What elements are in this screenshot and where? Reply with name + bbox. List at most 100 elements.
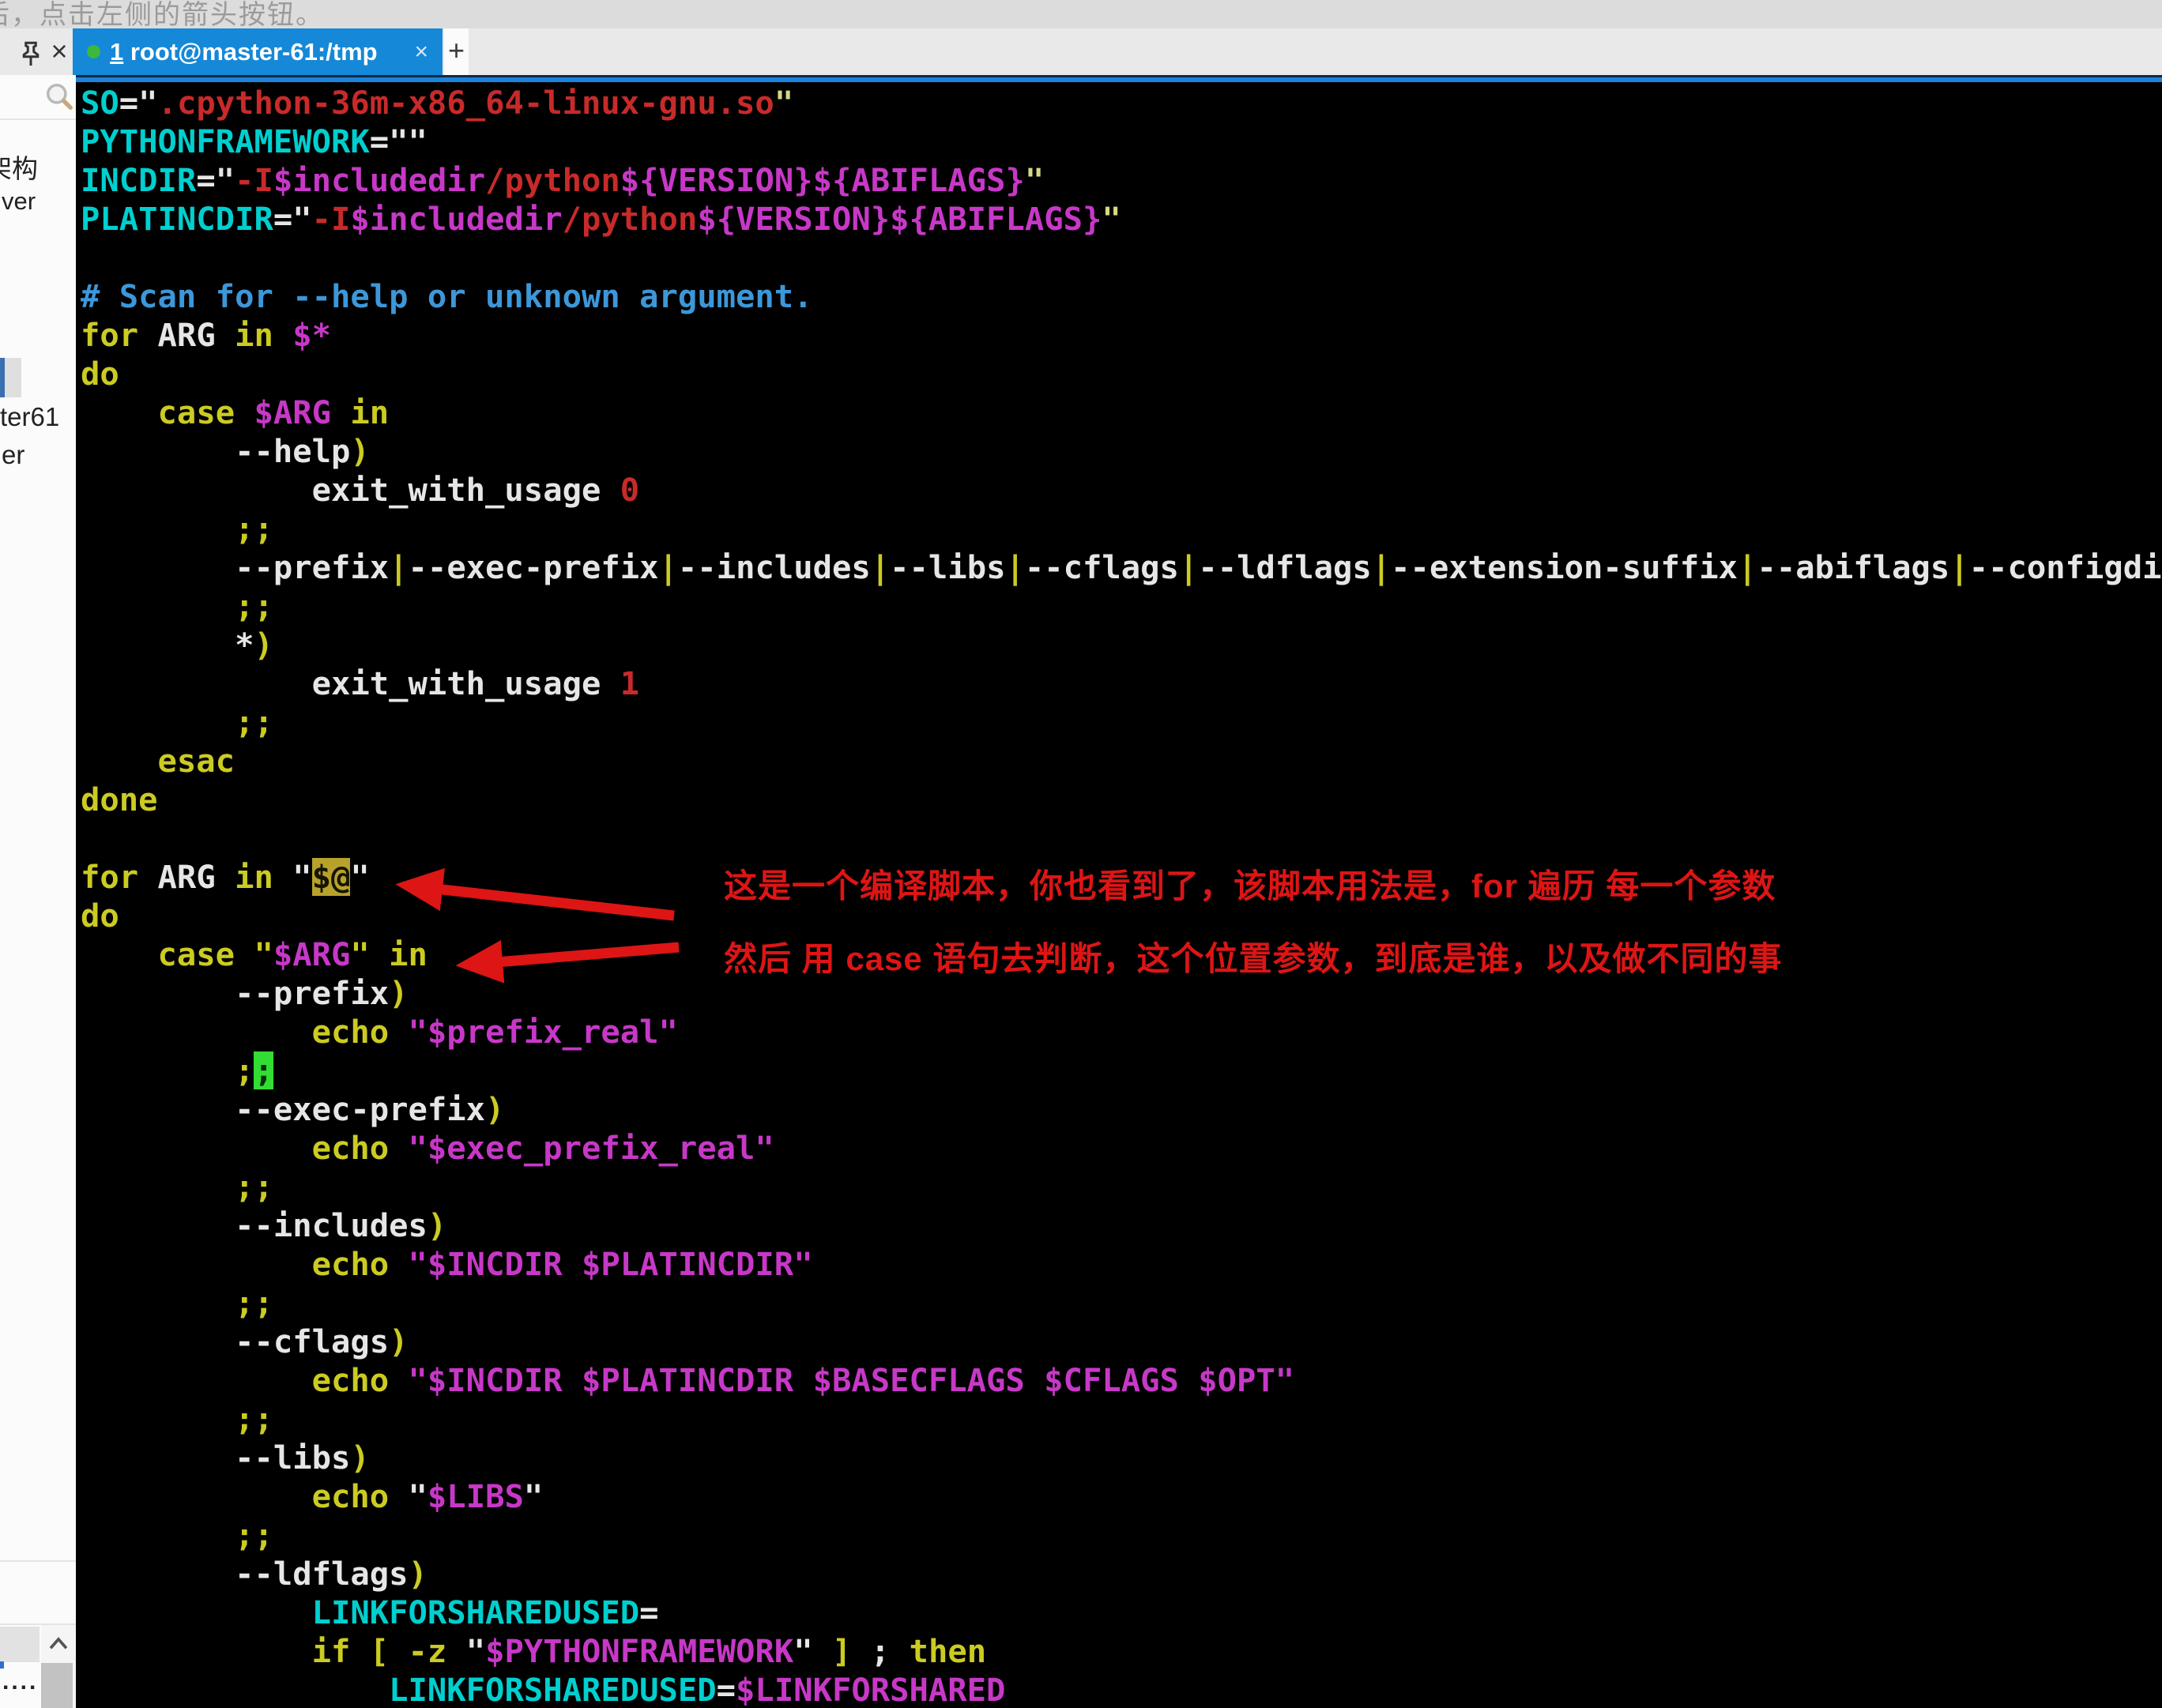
code-line: echo "$INCDIR $PLATINCDIR" xyxy=(81,1245,2162,1284)
code-segment: "$INCDIR $PLATINCDIR" xyxy=(409,1245,813,1283)
code-segment: " xyxy=(216,161,235,199)
code-segment: INCDIR xyxy=(81,161,196,199)
close-panel-icon[interactable]: × xyxy=(46,32,73,71)
sidebar-item-label[interactable]: ter61 xyxy=(0,402,59,432)
code-segment: $PYTHONFRAMEWORK xyxy=(485,1632,793,1670)
code-segment: echo xyxy=(312,1477,409,1515)
code-segment: echo xyxy=(312,1013,409,1051)
code-segment: ;; xyxy=(81,1284,273,1322)
tab-terminal-session[interactable]: 1 root@master-61:/tmp × xyxy=(73,28,443,75)
code-segment: in xyxy=(235,858,292,896)
code-segment: --abiflags xyxy=(1757,548,1949,586)
code-segment: exit_with_usage xyxy=(81,471,620,509)
code-segment: ${VERSION}${ABIFLAGS} xyxy=(697,200,1102,238)
terminal-top-border xyxy=(76,75,2162,82)
code-line: echo "$LIBS" xyxy=(81,1477,2162,1516)
session-status-dot xyxy=(87,45,100,58)
code-line: --prefix|--exec-prefix|--includes|--libs… xyxy=(81,548,2162,587)
code-line: LINKFORSHAREDUSED= xyxy=(81,1593,2162,1632)
code-line: ;; xyxy=(81,1052,2162,1090)
code-segment xyxy=(81,393,158,431)
code-segment xyxy=(81,1361,312,1399)
sidebar-item-icon[interactable] xyxy=(0,358,21,397)
new-tab-button[interactable]: + xyxy=(444,28,469,75)
scrollbar-thumb[interactable] xyxy=(41,1663,73,1708)
code-segment: # Scan for --help or unknown argument. xyxy=(81,277,813,315)
tab-title: 1 root@master-61:/tmp xyxy=(110,38,378,66)
code-segment: " xyxy=(1102,200,1121,238)
code-segment: ) xyxy=(254,626,273,664)
code-segment: if xyxy=(312,1632,370,1670)
code-segment: ;; xyxy=(81,703,273,741)
sidebar-item-label[interactable]: 架构 xyxy=(0,148,38,186)
sidebar-scrollbar[interactable] xyxy=(41,1625,76,1708)
chevron-up-icon[interactable] xyxy=(45,1631,72,1658)
code-line: # Scan for --help or unknown argument. xyxy=(81,277,2162,316)
code-segment: --includes xyxy=(81,1206,428,1244)
code-segment: PLATINCDIR xyxy=(81,200,273,238)
code-segment: | xyxy=(389,548,408,586)
code-segment: | xyxy=(1372,548,1391,586)
code-segment: for xyxy=(81,858,158,896)
code-segment: ${VERSION}${ABIFLAGS} xyxy=(620,161,1025,199)
code-segment: ;; xyxy=(81,1168,273,1206)
code-line: LINKFORSHAREDUSED=$LINKFORSHARED xyxy=(81,1671,2162,1708)
code-segment: = xyxy=(273,200,292,238)
code-line: --ldflags) xyxy=(81,1555,2162,1593)
code-segment xyxy=(851,1632,870,1670)
code-segment: done xyxy=(81,781,158,818)
sidebar-item-label[interactable]: er xyxy=(2,440,24,470)
code-line: --cflags) xyxy=(81,1322,2162,1361)
code-segment: esac xyxy=(81,742,235,780)
code-segment: --configdir xyxy=(1969,548,2162,586)
sidebar-truncated-text: .... xyxy=(2,1668,38,1695)
code-segment: ) xyxy=(389,974,408,1012)
code-segment: "$INCDIR $PLATINCDIR $BASECFLAGS $CFLAGS… xyxy=(409,1361,1295,1399)
code-segment: --exec-prefix xyxy=(409,548,659,586)
annotation-text-2: 然后 用 case 语句去判断，这个位置参数，到底是谁，以及做不同的事 xyxy=(724,932,1782,980)
code-segment: case xyxy=(158,393,254,431)
code-segment: --ldflags xyxy=(81,1555,409,1593)
code-segment xyxy=(81,1245,312,1283)
code-segment: | xyxy=(659,548,678,586)
code-segment: " xyxy=(774,84,793,122)
code-segment: LINKFORSHAREDUSED xyxy=(389,1671,717,1708)
code-segment: $ARG xyxy=(273,935,351,973)
code-segment: | xyxy=(1005,548,1024,586)
code-segment: ) xyxy=(409,1555,428,1593)
code-segment: ) xyxy=(350,432,369,470)
code-line: *) xyxy=(81,626,2162,664)
background-window-hint-bar: 后，点击左侧的箭头按钮。 xyxy=(0,0,2162,28)
search-highlight: $@ xyxy=(312,858,351,896)
code-segment: [ xyxy=(370,1632,409,1670)
code-segment xyxy=(81,1632,312,1670)
code-segment: $LIBS xyxy=(428,1477,524,1515)
tab-close-icon[interactable]: × xyxy=(403,40,428,64)
code-segment xyxy=(81,1129,312,1167)
code-segment: 0 xyxy=(620,471,639,509)
code-line: PLATINCDIR="-I$includedir/python${VERSIO… xyxy=(81,200,2162,239)
code-segment: ) xyxy=(389,1322,408,1360)
search-icon[interactable] xyxy=(44,81,74,111)
pin-icon[interactable] xyxy=(19,40,43,68)
code-segment: " xyxy=(409,1477,428,1515)
code-segment: "$exec_prefix_real" xyxy=(409,1129,774,1167)
code-segment: " xyxy=(793,1632,812,1670)
code-segment: = xyxy=(196,161,215,199)
code-line: INCDIR="-I$includedir/python${VERSION}${… xyxy=(81,161,2162,200)
code-segment: 1 xyxy=(620,664,639,702)
code-segment: --prefix xyxy=(235,548,389,586)
code-line: if [ -z "$PYTHONFRAMEWORK" ] ; then xyxy=(81,1632,2162,1671)
code-segment: | xyxy=(1179,548,1198,586)
sidebar-item-label[interactable]: ver xyxy=(2,187,36,216)
code-segment: ] xyxy=(832,1632,851,1670)
code-line: done xyxy=(81,781,2162,819)
code-segment: " xyxy=(138,84,157,122)
sidebar-blue-tick xyxy=(0,1661,4,1668)
code-segment: ;; xyxy=(81,510,273,547)
code-line xyxy=(81,239,2162,277)
code-segment: --cflags xyxy=(81,1322,389,1360)
code-line: ;; xyxy=(81,1284,2162,1322)
code-segment: echo xyxy=(312,1361,409,1399)
code-line: PYTHONFRAMEWORK="" xyxy=(81,122,2162,161)
